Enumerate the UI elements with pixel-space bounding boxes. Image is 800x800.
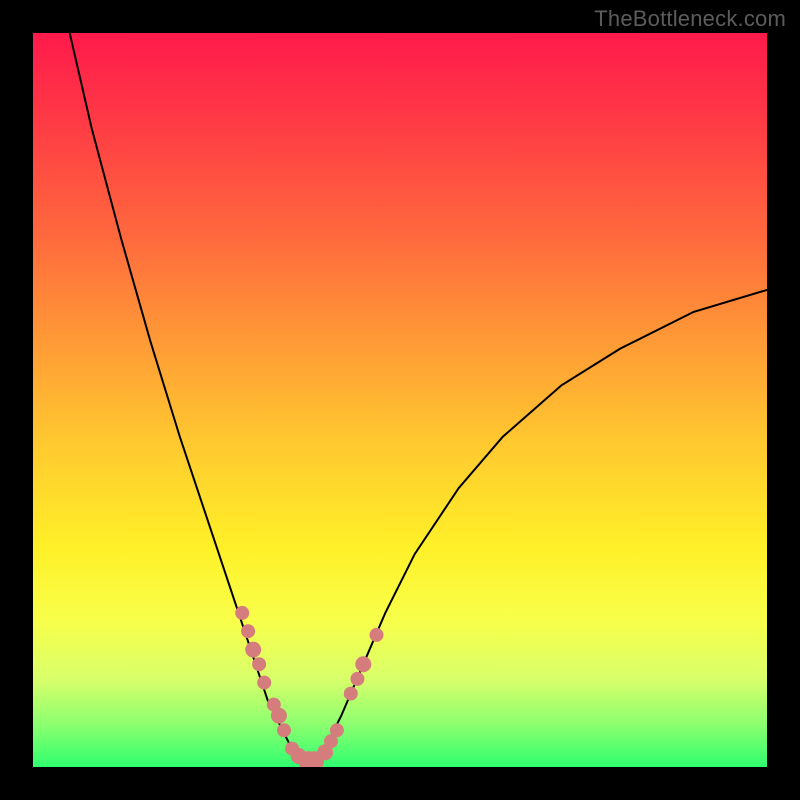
watermark-text: TheBottleneck.com	[594, 6, 786, 32]
chart-svg	[33, 33, 767, 767]
data-dot	[370, 628, 384, 642]
data-dot	[344, 687, 358, 701]
data-dot	[252, 657, 266, 671]
data-dot	[245, 642, 261, 658]
data-dots	[235, 606, 383, 767]
data-dot	[277, 723, 291, 737]
data-dot	[350, 672, 364, 686]
data-dot	[241, 624, 255, 638]
data-dot	[330, 723, 344, 737]
bottleneck-curve	[70, 33, 767, 763]
data-dot	[257, 676, 271, 690]
chart-frame: TheBottleneck.com	[0, 0, 800, 800]
data-dot	[355, 656, 371, 672]
plot-area	[33, 33, 767, 767]
data-dot	[235, 606, 249, 620]
data-dot	[271, 708, 287, 724]
